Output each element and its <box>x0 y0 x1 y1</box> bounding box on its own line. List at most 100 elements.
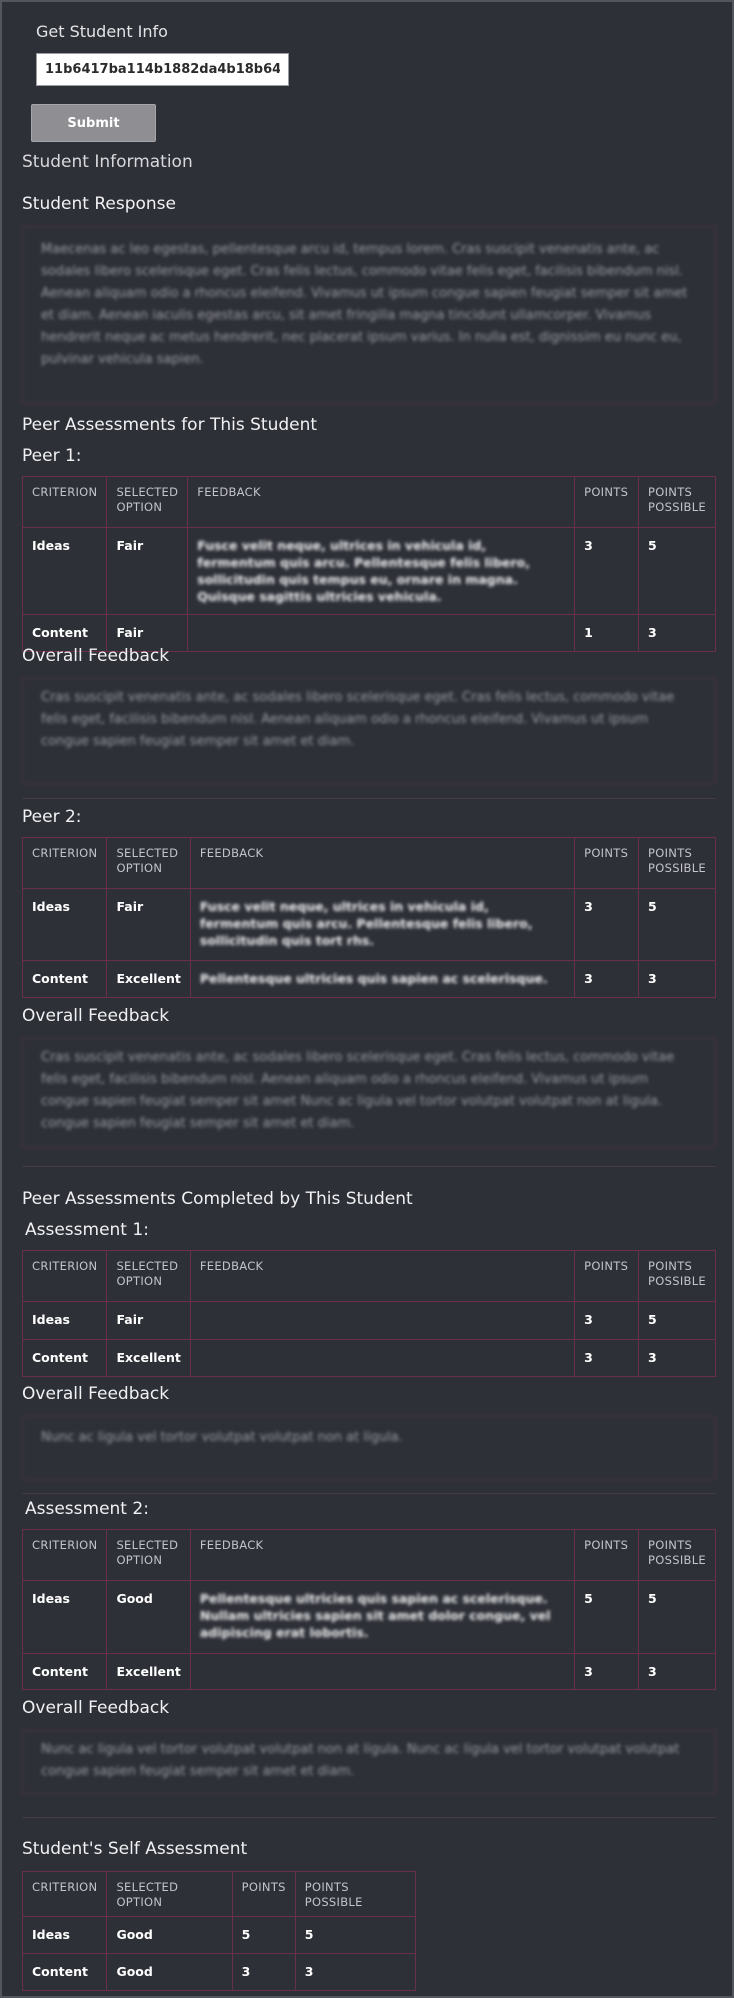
divider <box>22 1493 716 1494</box>
selected-option-cell: Excellent <box>106 960 191 998</box>
points-cell: 5 <box>231 1916 296 1954</box>
page-frame: Get Student Info Submit Student Informat… <box>0 0 734 1998</box>
assessment-2-overall-feedback-heading: Overall Feedback <box>22 1698 170 1718</box>
points-cell: 5 <box>574 1580 640 1654</box>
criterion-header: CRITERION <box>21 476 108 528</box>
assessment-2-overall-feedback-text: Nunc ac ligula vel tortor volutpat volut… <box>22 1730 716 1794</box>
points-cell: 3 <box>231 1953 296 1991</box>
divider <box>22 798 716 799</box>
assessment-1-overall-feedback-heading: Overall Feedback <box>22 1384 170 1404</box>
points-possible-cell: 3 <box>294 1953 417 1991</box>
feedback-cell: Pellentesque ultricies quis sapien ac sc… <box>189 960 576 998</box>
student-response-text: Maecenas ac leo egestas, pellentesque ar… <box>22 226 716 404</box>
criterion-header: CRITERION <box>21 837 108 889</box>
table-row: Ideas Fair Fusce velit neque, ultrices i… <box>21 888 716 961</box>
selected-option-cell: Fair <box>106 1301 191 1340</box>
peer-2-overall-feedback-text: Cras suscipit venenatis ante, ac sodales… <box>22 1038 716 1148</box>
selected-option-cell: Good <box>106 1580 191 1654</box>
criterion-header: CRITERION <box>21 1529 108 1581</box>
points-possible-header: POINTS POSSIBLE <box>638 1529 716 1581</box>
feedback-cell: Pellentesque ultricies quis sapien ac sc… <box>189 1580 576 1654</box>
points-header: POINTS <box>574 476 640 528</box>
selected-option-cell: Excellent <box>106 1653 191 1690</box>
points-header: POINTS <box>574 1250 640 1302</box>
points-possible-cell: 3 <box>638 1653 716 1690</box>
table-row: Ideas Good Pellentesque ultricies quis s… <box>21 1580 716 1654</box>
feedback-cell <box>189 1301 576 1340</box>
points-header: POINTS <box>574 837 640 889</box>
selected-option-cell: Fair <box>106 888 191 961</box>
table-row: Ideas Fair Fusce velit neque, ultrices i… <box>21 527 716 615</box>
points-cell: 3 <box>574 888 640 961</box>
feedback-header: FEEDBACK <box>189 1529 576 1581</box>
points-possible-cell: 5 <box>294 1916 417 1954</box>
points-possible-header: POINTS POSSIBLE <box>294 1871 417 1917</box>
criterion-cell: Ideas <box>21 527 108 615</box>
selected-option-header: SELECTED OPTION <box>106 1250 191 1302</box>
assessment-1-overall-feedback-text: Nunc ac ligula vel tortor volutpat volut… <box>22 1416 716 1480</box>
points-header: POINTS <box>574 1529 640 1581</box>
selected-option-cell: Fair <box>106 527 189 615</box>
selected-option-header: SELECTED OPTION <box>106 1871 233 1917</box>
criterion-cell: Content <box>21 1339 108 1377</box>
assessment-1-label: Assessment 1: <box>25 1220 149 1240</box>
points-cell: 3 <box>574 527 640 615</box>
points-cell: 3 <box>574 1301 640 1340</box>
feedback-cell <box>189 1339 576 1377</box>
points-header: POINTS <box>231 1871 296 1917</box>
criterion-cell: Ideas <box>21 1916 108 1954</box>
submit-button[interactable]: Submit <box>31 104 156 142</box>
points-cell: 1 <box>574 614 640 652</box>
feedback-cell: Fusce velit neque, ultrices in vehicula … <box>189 888 576 961</box>
points-possible-cell: 3 <box>638 614 716 652</box>
peer-2-table: CRITERION SELECTED OPTION FEEDBACK POINT… <box>21 837 716 998</box>
peer-1-label: Peer 1: <box>22 446 82 466</box>
selected-option-header: SELECTED OPTION <box>106 1529 191 1581</box>
selected-option-cell: Excellent <box>106 1339 191 1377</box>
feedback-header: FEEDBACK <box>189 1250 576 1302</box>
peer-assessments-title: Peer Assessments for This Student <box>22 415 318 435</box>
assessment-1-table: CRITERION SELECTED OPTION FEEDBACK POINT… <box>21 1250 716 1377</box>
peer-1-table: CRITERION SELECTED OPTION FEEDBACK POINT… <box>21 476 716 652</box>
points-possible-header: POINTS POSSIBLE <box>638 837 716 889</box>
divider <box>22 1166 716 1167</box>
peer-1-overall-feedback-heading: Overall Feedback <box>22 646 170 666</box>
points-possible-cell: 5 <box>638 527 716 615</box>
student-id-input[interactable] <box>36 53 289 86</box>
peer-2-label: Peer 2: <box>22 807 82 827</box>
feedback-header: FEEDBACK <box>189 837 576 889</box>
divider <box>22 1817 716 1818</box>
assessment-2-label: Assessment 2: <box>25 1499 149 1519</box>
table-row: Content Excellent Pellentesque ultricies… <box>21 960 716 998</box>
points-possible-header: POINTS POSSIBLE <box>638 1250 716 1302</box>
selected-option-cell: Good <box>106 1953 233 1991</box>
feedback-cell: Fusce velit neque, ultrices in vehicula … <box>187 527 576 615</box>
assessment-2-table: CRITERION SELECTED OPTION FEEDBACK POINT… <box>21 1529 716 1690</box>
selected-option-header: SELECTED OPTION <box>106 476 189 528</box>
points-possible-cell: 3 <box>638 1339 716 1377</box>
get-student-info-label: Get Student Info <box>36 22 168 41</box>
self-assessment-table: CRITERION SELECTED OPTION POINTS POINTS … <box>21 1871 417 1991</box>
criterion-cell: Ideas <box>21 1580 108 1654</box>
table-row: Content Good 3 3 <box>21 1953 417 1991</box>
self-assessment-title: Student's Self Assessment <box>22 1839 248 1859</box>
criterion-cell: Content <box>21 1653 108 1690</box>
selected-option-header: SELECTED OPTION <box>106 837 191 889</box>
points-possible-header: POINTS POSSIBLE <box>638 476 716 528</box>
selected-option-cell: Good <box>106 1916 233 1954</box>
criterion-header: CRITERION <box>21 1871 108 1917</box>
table-row: Content Excellent 3 3 <box>21 1339 716 1377</box>
points-cell: 3 <box>574 960 640 998</box>
table-row: Ideas Good 5 5 <box>21 1916 417 1954</box>
table-row: Ideas Fair 3 5 <box>21 1301 716 1340</box>
completed-assessments-title: Peer Assessments Completed by This Stude… <box>22 1189 413 1209</box>
criterion-cell: Content <box>21 1953 108 1991</box>
points-possible-cell: 5 <box>638 1301 716 1340</box>
criterion-header: CRITERION <box>21 1250 108 1302</box>
points-cell: 3 <box>574 1339 640 1377</box>
peer-2-overall-feedback-heading: Overall Feedback <box>22 1006 170 1026</box>
table-row: Content Excellent 3 3 <box>21 1653 716 1690</box>
feedback-cell <box>187 614 576 652</box>
points-possible-cell: 3 <box>638 960 716 998</box>
criterion-cell: Content <box>21 960 108 998</box>
